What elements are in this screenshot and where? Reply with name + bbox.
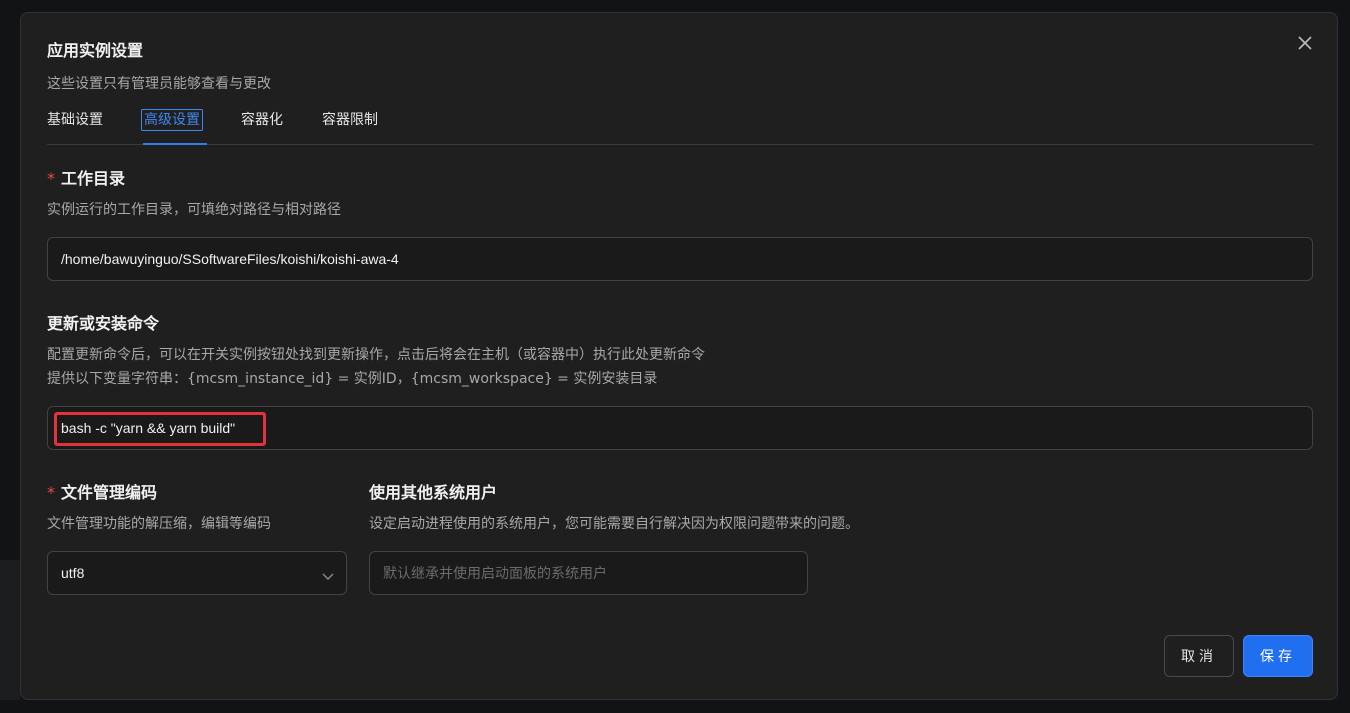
cancel-button[interactable]: 取消 bbox=[1164, 635, 1234, 677]
work-dir-value: /home/bawuyinguo/SSoftwareFiles/koishi/k… bbox=[61, 251, 399, 267]
chevron-down-icon bbox=[322, 568, 334, 580]
dialog-subtitle: 这些设置只有管理员能够查看与更改 bbox=[47, 76, 271, 92]
background-panel-hint bbox=[0, 560, 20, 700]
work-dir-label: * 工作目录 bbox=[47, 165, 125, 189]
dialog-title: 应用实例设置 bbox=[47, 41, 144, 60]
file-encoding-description: 文件管理功能的解压缩，编辑等编码 bbox=[47, 516, 271, 532]
required-mark: * bbox=[47, 483, 55, 502]
work-dir-description: 实例运行的工作目录，可填绝对路径与相对路径 bbox=[47, 202, 341, 218]
update-command-label: 更新或安装命令 bbox=[47, 314, 160, 333]
tab-bar: 基础设置 高级设置 容器化 容器限制 bbox=[47, 105, 1313, 145]
system-user-input[interactable]: 默认继承并使用启动面板的系统用户 bbox=[369, 551, 808, 595]
tab-label: 容器化 bbox=[241, 112, 283, 128]
file-encoding-select[interactable]: utf8 bbox=[47, 551, 347, 595]
tab-label: 基础设置 bbox=[47, 112, 103, 128]
tab-label: 高级设置 bbox=[141, 109, 203, 131]
tab-containerization[interactable]: 容器化 bbox=[241, 105, 283, 145]
required-mark: * bbox=[47, 169, 55, 188]
work-dir-label-text: 工作目录 bbox=[61, 169, 126, 188]
tab-advanced-settings[interactable]: 高级设置 bbox=[141, 105, 203, 145]
file-encoding-value: utf8 bbox=[61, 565, 85, 581]
system-user-placeholder: 默认继承并使用启动面板的系统用户 bbox=[383, 565, 607, 581]
update-command-description-2: 提供以下变量字符串：{mcsm_instance_id} = 实例ID，{mcs… bbox=[47, 371, 658, 387]
file-encoding-label-text: 文件管理编码 bbox=[61, 483, 158, 502]
system-user-label: 使用其他系统用户 bbox=[369, 483, 498, 502]
update-command-description-1: 配置更新命令后，可以在开关实例按钮处找到更新操作，点击后将会在主机（或容器中）执… bbox=[47, 347, 705, 363]
tab-container-limits[interactable]: 容器限制 bbox=[322, 105, 378, 145]
instance-settings-dialog: 应用实例设置 这些设置只有管理员能够查看与更改 基础设置 高级设置 容器化 容器… bbox=[20, 12, 1338, 700]
active-tab-indicator bbox=[143, 143, 207, 145]
save-button[interactable]: 保存 bbox=[1243, 635, 1313, 677]
system-user-description: 设定启动进程使用的系统用户，您可能需要自行解决因为权限问题带来的问题。 bbox=[369, 516, 859, 532]
file-encoding-label: * 文件管理编码 bbox=[47, 479, 157, 503]
tab-basic-settings[interactable]: 基础设置 bbox=[47, 105, 103, 145]
close-icon[interactable] bbox=[1295, 33, 1315, 53]
annotation-highlight-box bbox=[54, 412, 266, 446]
tab-label: 容器限制 bbox=[322, 112, 378, 128]
work-dir-input[interactable]: /home/bawuyinguo/SSoftwareFiles/koishi/k… bbox=[47, 237, 1313, 281]
